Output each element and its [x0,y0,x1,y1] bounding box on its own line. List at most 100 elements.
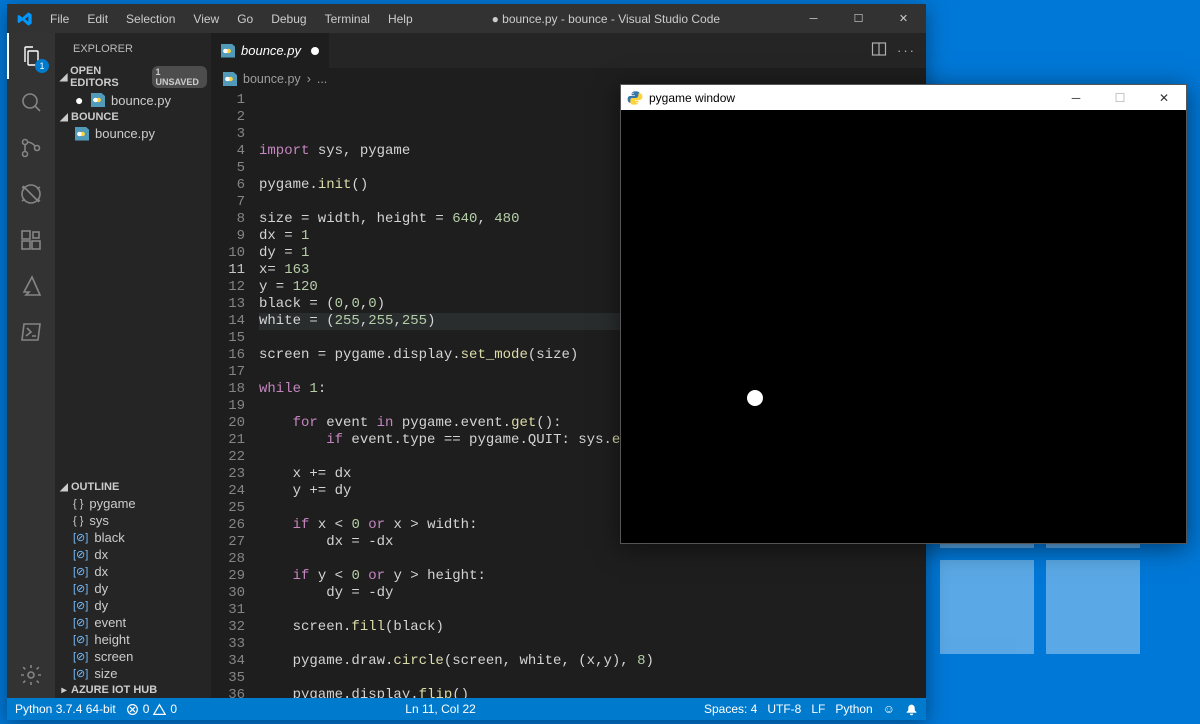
python-file-icon [91,93,105,107]
explorer-badge: 1 [35,59,49,73]
explorer-tab[interactable]: 1 [7,33,55,79]
activity-bar: 1 [7,33,55,698]
outline-item[interactable]: { } pygame [55,495,211,512]
close-button[interactable]: ✕ [881,4,926,33]
variable-icon: [⊘] [73,633,88,646]
outline-item-label: pygame [89,496,135,511]
folder-section[interactable]: ◢ BOUNCE [55,109,211,125]
pygame-close-button[interactable]: ✕ [1142,85,1186,110]
powershell-tab[interactable] [7,309,55,355]
outline-item[interactable]: [⊘]height [55,631,211,648]
open-editors-section[interactable]: ◢ OPEN EDITORS 1 UNSAVED [55,63,211,91]
azure-tab[interactable] [7,263,55,309]
bouncing-ball [747,390,763,406]
minimize-button[interactable]: ─ [791,4,836,33]
window-title: ● bounce.py - bounce - Visual Studio Cod… [421,12,791,26]
outline-item-label: dx [94,564,108,579]
status-spaces[interactable]: Spaces: 4 [704,702,757,716]
variable-icon: [⊘] [73,582,88,595]
status-problems[interactable]: 0 0 [126,702,177,716]
file-item[interactable]: bounce.py [55,125,211,142]
status-eol[interactable]: LF [811,702,825,716]
namespace-icon: { } [73,498,83,510]
outline-item[interactable]: [⊘] dx [55,546,211,563]
outline-item[interactable]: [⊘]screen [55,648,211,665]
status-lang[interactable]: Python [835,702,872,716]
split-editor-icon[interactable] [871,41,887,60]
status-bar: Python 3.7.4 64-bit 0 0 Ln 11, Col 22 Sp… [7,698,926,720]
python-file-icon [223,72,237,86]
sidebar: EXPLORER ◢ OPEN EDITORS 1 UNSAVED ● boun… [55,33,211,698]
python-file-icon [75,127,89,141]
settings-gear[interactable] [7,652,55,698]
pygame-title-text: pygame window [649,91,735,105]
outline-item-label: size [94,666,117,681]
status-bell-icon[interactable] [905,703,918,716]
chevron-right-icon: › [307,72,311,86]
line-numbers: 1234567891011121314151617181920212223242… [211,90,259,698]
menu-edit[interactable]: Edit [79,8,116,30]
more-actions-icon[interactable]: ··· [897,43,916,58]
variable-icon: [⊘] [73,565,88,578]
pygame-canvas [621,110,1186,543]
unsaved-badge: 1 UNSAVED [152,66,207,88]
menu-file[interactable]: File [42,8,77,30]
namespace-icon: { } [73,515,83,527]
outline-item-label: black [94,530,124,545]
menu-view[interactable]: View [185,8,227,30]
variable-icon: [⊘] [73,599,88,612]
maximize-button[interactable]: ☐ [836,4,881,33]
outline-item[interactable]: [⊘] size [55,665,211,682]
outline-item[interactable]: [⊘] dx [55,563,211,580]
outline-item[interactable]: [⊘] dy [55,580,211,597]
menu-debug[interactable]: Debug [263,8,314,30]
variable-icon: [⊘] [73,667,88,680]
outline-item-label: dy [94,581,108,596]
outline-section[interactable]: ◢ OUTLINE [55,479,211,495]
menu-go[interactable]: Go [229,8,261,30]
chevron-down-icon: ◢ [57,72,70,83]
status-feedback-icon[interactable]: ☺ [883,702,895,716]
outline-item[interactable]: [⊘] dy [55,597,211,614]
extensions-tab[interactable] [7,217,55,263]
status-encoding[interactable]: UTF-8 [767,702,801,716]
pygame-minimize-button[interactable]: ─ [1054,85,1098,110]
python-file-icon [221,44,235,58]
sidebar-title: EXPLORER [55,33,211,63]
variable-icon: [⊘] [73,548,88,561]
open-editor-item[interactable]: ● bounce.py [55,91,211,109]
variable-icon: [⊘] [73,616,88,629]
status-ln-col[interactable]: Ln 11, Col 22 [405,702,476,716]
search-tab[interactable] [7,79,55,125]
outline-item[interactable]: [⊘] black [55,529,211,546]
azure-section[interactable]: ▸ AZURE IOT HUB [55,682,211,698]
dirty-dot-icon: ● [75,92,85,108]
menu-help[interactable]: Help [380,8,421,30]
outline-item-label: dx [94,547,108,562]
pygame-maximize-button[interactable]: ☐ [1098,85,1142,110]
debug-tab[interactable] [7,171,55,217]
menu-bar: FileEditSelectionViewGoDebugTerminalHelp [42,8,421,30]
chevron-right-icon: ▸ [57,685,71,696]
editor-tabs: bounce.py ··· [211,33,926,68]
titlebar[interactable]: FileEditSelectionViewGoDebugTerminalHelp… [7,4,926,33]
chevron-down-icon: ◢ [57,112,71,123]
outline-item[interactable]: [⊘] event [55,614,211,631]
pygame-titlebar[interactable]: pygame window ─ ☐ ✕ [621,85,1186,110]
outline-item-label: sys [89,513,109,528]
status-python[interactable]: Python 3.7.4 64-bit [15,702,116,716]
menu-terminal[interactable]: Terminal [317,8,378,30]
outline-item-label: dy [94,598,108,613]
editor-tab[interactable]: bounce.py [211,33,330,68]
outline-item-label: screen [94,649,133,664]
scm-tab[interactable] [7,125,55,171]
variable-icon: [⊘] [73,531,88,544]
outline-item[interactable]: { } sys [55,512,211,529]
pygame-icon [627,90,643,106]
pygame-window: pygame window ─ ☐ ✕ [620,84,1187,544]
outline-item-label: event [94,615,126,630]
dirty-dot-icon [311,47,319,55]
chevron-down-icon: ◢ [57,482,71,493]
menu-selection[interactable]: Selection [118,8,183,30]
vscode-icon [7,11,42,27]
